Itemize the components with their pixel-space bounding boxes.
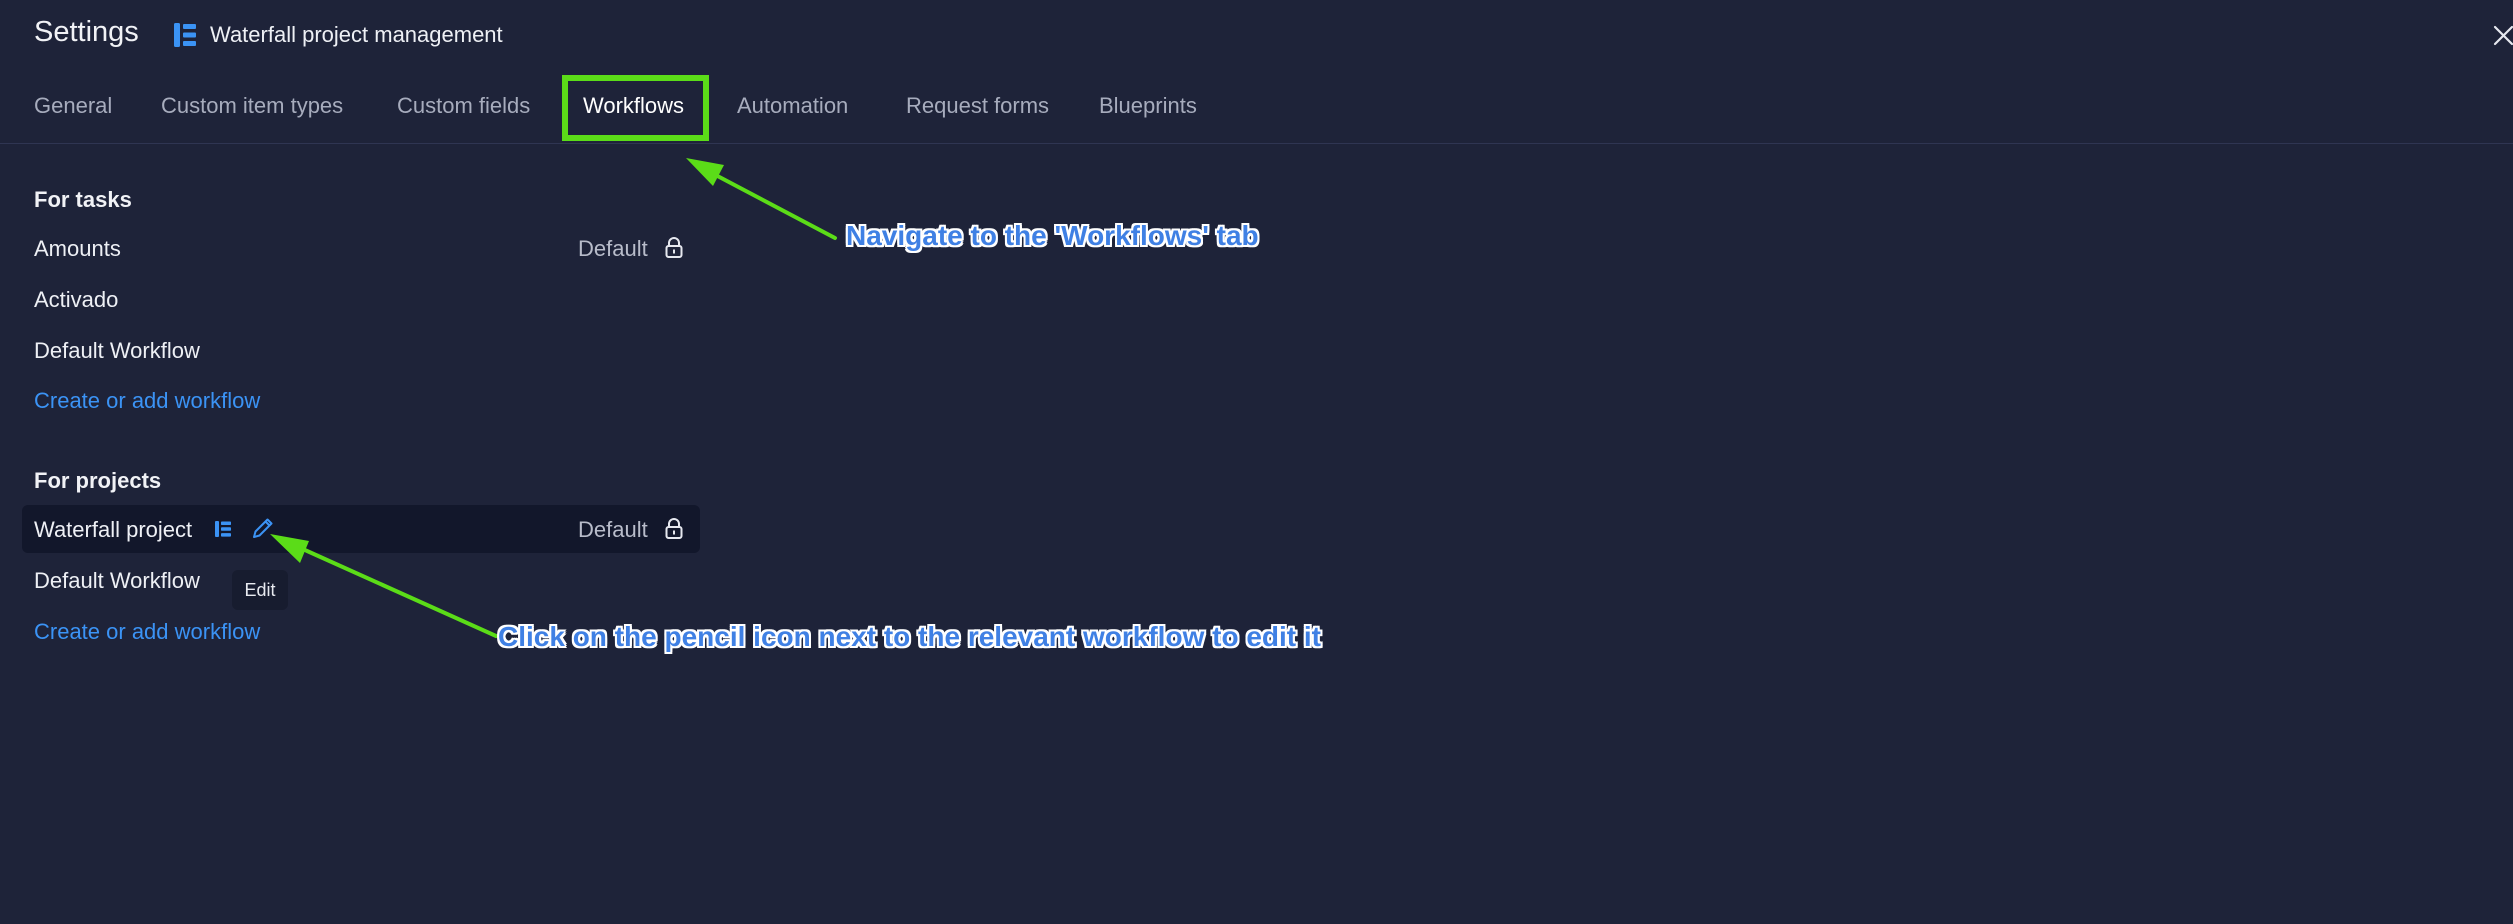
- tab-automation[interactable]: Automation: [737, 93, 848, 119]
- tab-request-forms[interactable]: Request forms: [906, 93, 1049, 119]
- create-task-workflow-link[interactable]: Create or add workflow: [34, 388, 260, 414]
- settings-modal: Settings Waterfall project management Ge…: [0, 0, 2513, 924]
- workflow-name: Amounts: [34, 236, 121, 261]
- page-title: Settings: [34, 16, 139, 48]
- list-board-icon: [215, 521, 231, 537]
- tab-blueprints[interactable]: Blueprints: [1099, 93, 1197, 119]
- list-board-icon: [174, 23, 196, 47]
- default-badge: Default: [578, 517, 648, 542]
- tab-custom-fields[interactable]: Custom fields: [397, 93, 530, 119]
- project-name: Waterfall project management: [210, 22, 503, 47]
- tab-custom-item-types[interactable]: Custom item types: [161, 93, 343, 119]
- task-workflow-row[interactable]: Default Workflow: [22, 326, 700, 374]
- workflow-name: Waterfall project: [34, 517, 193, 542]
- arrowhead-icon: [686, 158, 724, 186]
- workflow-name: Activado: [34, 287, 119, 312]
- edit-tooltip: Edit: [232, 570, 288, 610]
- close-icon[interactable]: [2490, 20, 2513, 50]
- settings-tabs: General Custom item types Custom fields …: [0, 73, 2513, 144]
- pencil-edit-icon[interactable]: [250, 515, 276, 541]
- project-workflow-row[interactable]: Default Workflow: [22, 556, 700, 604]
- default-badge: Default: [578, 236, 648, 261]
- tasks-section-title: For tasks: [34, 187, 132, 212]
- task-workflow-row[interactable]: Activado: [22, 275, 700, 323]
- lock-icon: [665, 518, 683, 539]
- lock-icon: [665, 237, 683, 258]
- settings-header: Settings Waterfall project management: [0, 0, 2513, 70]
- tab-general[interactable]: General: [34, 93, 112, 119]
- project-workflow-row[interactable]: Waterfall project Default: [22, 505, 700, 553]
- workflow-name: Default Workflow: [34, 338, 200, 363]
- workflows-tab-highlight: [562, 75, 709, 141]
- arrow-line-workflows: [706, 169, 837, 240]
- workflow-name: Default Workflow: [34, 568, 200, 593]
- create-project-workflow-link[interactable]: Create or add workflow: [34, 619, 260, 645]
- annotation-pencil: Click on the pencil icon next to the rel…: [498, 621, 1321, 652]
- task-workflow-row[interactable]: Amounts Default: [22, 224, 700, 272]
- projects-section-title: For projects: [34, 468, 162, 493]
- annotation-workflows-tab: Navigate to the 'Workflows' tab: [846, 220, 1259, 251]
